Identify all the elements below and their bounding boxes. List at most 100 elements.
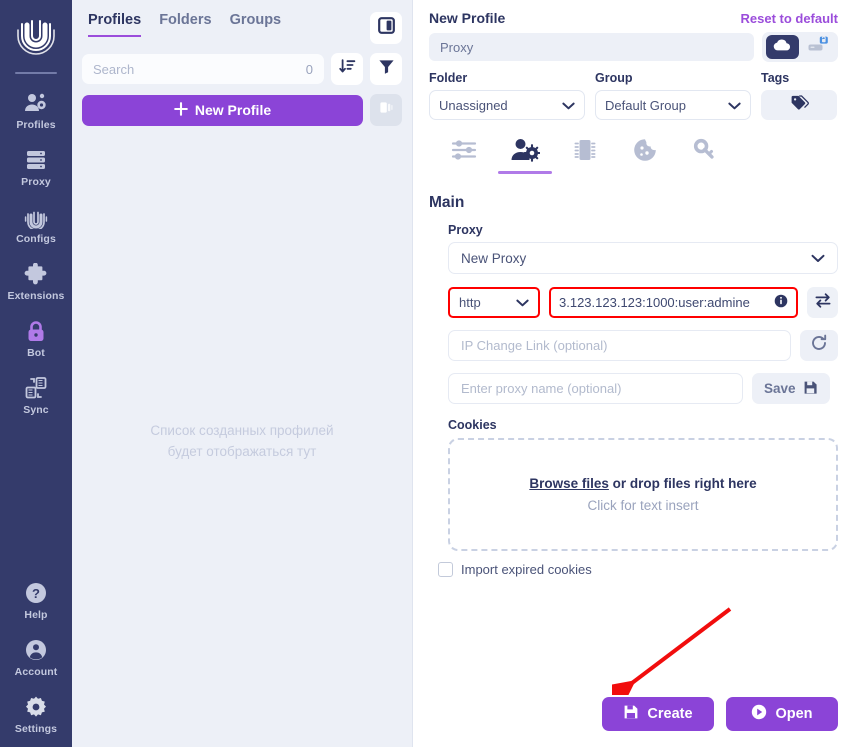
annotation-arrow <box>612 603 742 695</box>
sidebar-item-label: Sync <box>23 404 49 416</box>
reset-to-default-link[interactable]: Reset to default <box>740 11 838 26</box>
chevron-down-icon <box>562 98 575 113</box>
folder-select[interactable]: Unassigned <box>429 90 585 120</box>
profile-name-input[interactable]: Proxy <box>429 33 754 61</box>
open-button[interactable]: Open <box>726 697 838 731</box>
sort-button[interactable] <box>331 53 363 85</box>
chevron-down-icon <box>516 295 529 310</box>
proxy-name-placeholder: Enter proxy name (optional) <box>461 381 621 396</box>
sidebar-item-extensions[interactable]: Extensions <box>0 261 72 302</box>
sidebar-item-configs[interactable]: Configs <box>0 204 72 245</box>
question-icon: ? <box>24 580 48 606</box>
dropzone-secondary-text[interactable]: Click for text insert <box>587 498 698 513</box>
chevron-down-icon <box>811 251 825 266</box>
sidebar-item-label: Account <box>15 666 58 678</box>
import-expired-cookies-row[interactable]: Import expired cookies <box>438 562 838 577</box>
sidebar-item-label: Proxy <box>21 176 51 188</box>
empty-message-line1: Список созданных профилей <box>112 420 372 441</box>
proxy-select[interactable]: New Proxy <box>448 242 838 274</box>
proxy-address-value: 3.123.123.123:1000:user:admine <box>559 295 768 310</box>
ip-change-link-input[interactable]: IP Change Link (optional) <box>448 330 791 361</box>
search-input[interactable]: Search 0 <box>82 54 324 84</box>
tab-underline <box>558 171 612 174</box>
tab-credentials[interactable] <box>675 134 735 180</box>
protocol-value: http <box>459 295 516 310</box>
tab-underline <box>438 171 492 174</box>
sidebar-item-account[interactable]: Account <box>0 637 72 678</box>
columns-button[interactable] <box>370 94 402 126</box>
local-drive-lock-icon <box>807 36 829 59</box>
server-icon <box>24 147 48 173</box>
tab-hardware[interactable] <box>555 134 615 180</box>
tab-groups[interactable]: Groups <box>230 12 282 37</box>
save-proxy-button[interactable]: Save <box>752 373 830 404</box>
tab-general[interactable] <box>435 134 495 180</box>
info-icon[interactable] <box>774 294 788 311</box>
ip-change-placeholder: IP Change Link (optional) <box>461 338 607 353</box>
section-title: Main <box>429 194 838 212</box>
search-placeholder: Search <box>93 62 306 77</box>
fingerprint-logo <box>13 12 59 58</box>
columns-icon <box>378 99 395 121</box>
browse-files-link[interactable]: Browse files <box>529 476 609 491</box>
swap-button[interactable] <box>807 287 838 318</box>
cookies-dropzone[interactable]: Browse files or drop files right here Cl… <box>448 438 838 551</box>
local-storage-button[interactable] <box>802 35 835 59</box>
cloud-storage-button[interactable] <box>766 35 799 59</box>
floppy-disk-icon <box>623 704 639 724</box>
sidebar-item-profiles[interactable]: Profiles <box>0 90 72 131</box>
svg-text:?: ? <box>32 586 40 601</box>
sidebar-item-label: Help <box>24 609 47 621</box>
refresh-ip-button[interactable] <box>800 330 838 361</box>
protocol-select[interactable]: http <box>448 287 540 318</box>
tab-cookies[interactable] <box>615 134 675 180</box>
fingerprint-icon <box>24 204 48 230</box>
tab-underline <box>678 171 732 174</box>
sidebar-item-help[interactable]: ? Help <box>0 580 72 621</box>
form-footer: Create Open <box>602 697 838 731</box>
tab-proxy[interactable] <box>495 134 555 180</box>
cookies-label: Cookies <box>448 418 838 432</box>
import-expired-cookies-checkbox[interactable] <box>438 562 453 577</box>
tags-button[interactable] <box>761 90 837 120</box>
group-value: Default Group <box>605 98 728 113</box>
funnel-icon <box>378 58 395 80</box>
plus-icon <box>174 102 188 119</box>
sidebar-item-label: Settings <box>15 723 57 735</box>
empty-message-line2: будет отображаться тут <box>112 441 372 462</box>
sidebar-divider <box>15 72 57 74</box>
proxy-name-input[interactable]: Enter proxy name (optional) <box>448 373 743 404</box>
profile-form-panel: New Profile Reset to default Proxy <box>413 0 854 747</box>
profiles-icon <box>24 90 48 116</box>
user-settings-icon <box>510 134 540 166</box>
sort-descending-icon <box>339 58 356 80</box>
sidebar-item-proxy[interactable]: Proxy <box>0 147 72 188</box>
panel-layout-button[interactable] <box>370 12 402 44</box>
sidebar-item-sync[interactable]: Sync <box>0 375 72 416</box>
proxy-address-input[interactable]: 3.123.123.123:1000:user:admine <box>549 287 798 318</box>
proxy-connection-row: http 3.123.123.123:1000:user:admine <box>448 287 838 318</box>
sidebar-item-bot[interactable]: Bot <box>0 318 72 359</box>
tab-profiles[interactable]: Profiles <box>88 12 141 37</box>
filter-button[interactable] <box>370 53 402 85</box>
profile-name-value: Proxy <box>440 40 473 55</box>
main-sidebar: Profiles Proxy <box>0 0 72 747</box>
chip-icon <box>572 134 598 166</box>
group-select[interactable]: Default Group <box>595 90 751 120</box>
create-button[interactable]: Create <box>602 697 714 731</box>
drop-text: or drop files right here <box>609 476 757 491</box>
dropzone-primary-text: Browse files or drop files right here <box>529 476 756 491</box>
gear-icon <box>24 694 48 720</box>
tab-folders[interactable]: Folders <box>159 12 211 37</box>
import-expired-cookies-label: Import expired cookies <box>461 562 592 577</box>
sidebar-item-settings[interactable]: Settings <box>0 694 72 735</box>
sidebar-item-label: Profiles <box>16 119 55 131</box>
key-icon <box>692 134 718 166</box>
refresh-icon <box>810 334 828 357</box>
sliders-icon <box>451 134 479 166</box>
proxy-selected-value: New Proxy <box>461 251 811 266</box>
tags-field: Tags <box>761 71 837 120</box>
cookie-icon <box>632 134 658 166</box>
create-label: Create <box>647 706 692 722</box>
new-profile-button[interactable]: New Profile <box>82 95 363 126</box>
